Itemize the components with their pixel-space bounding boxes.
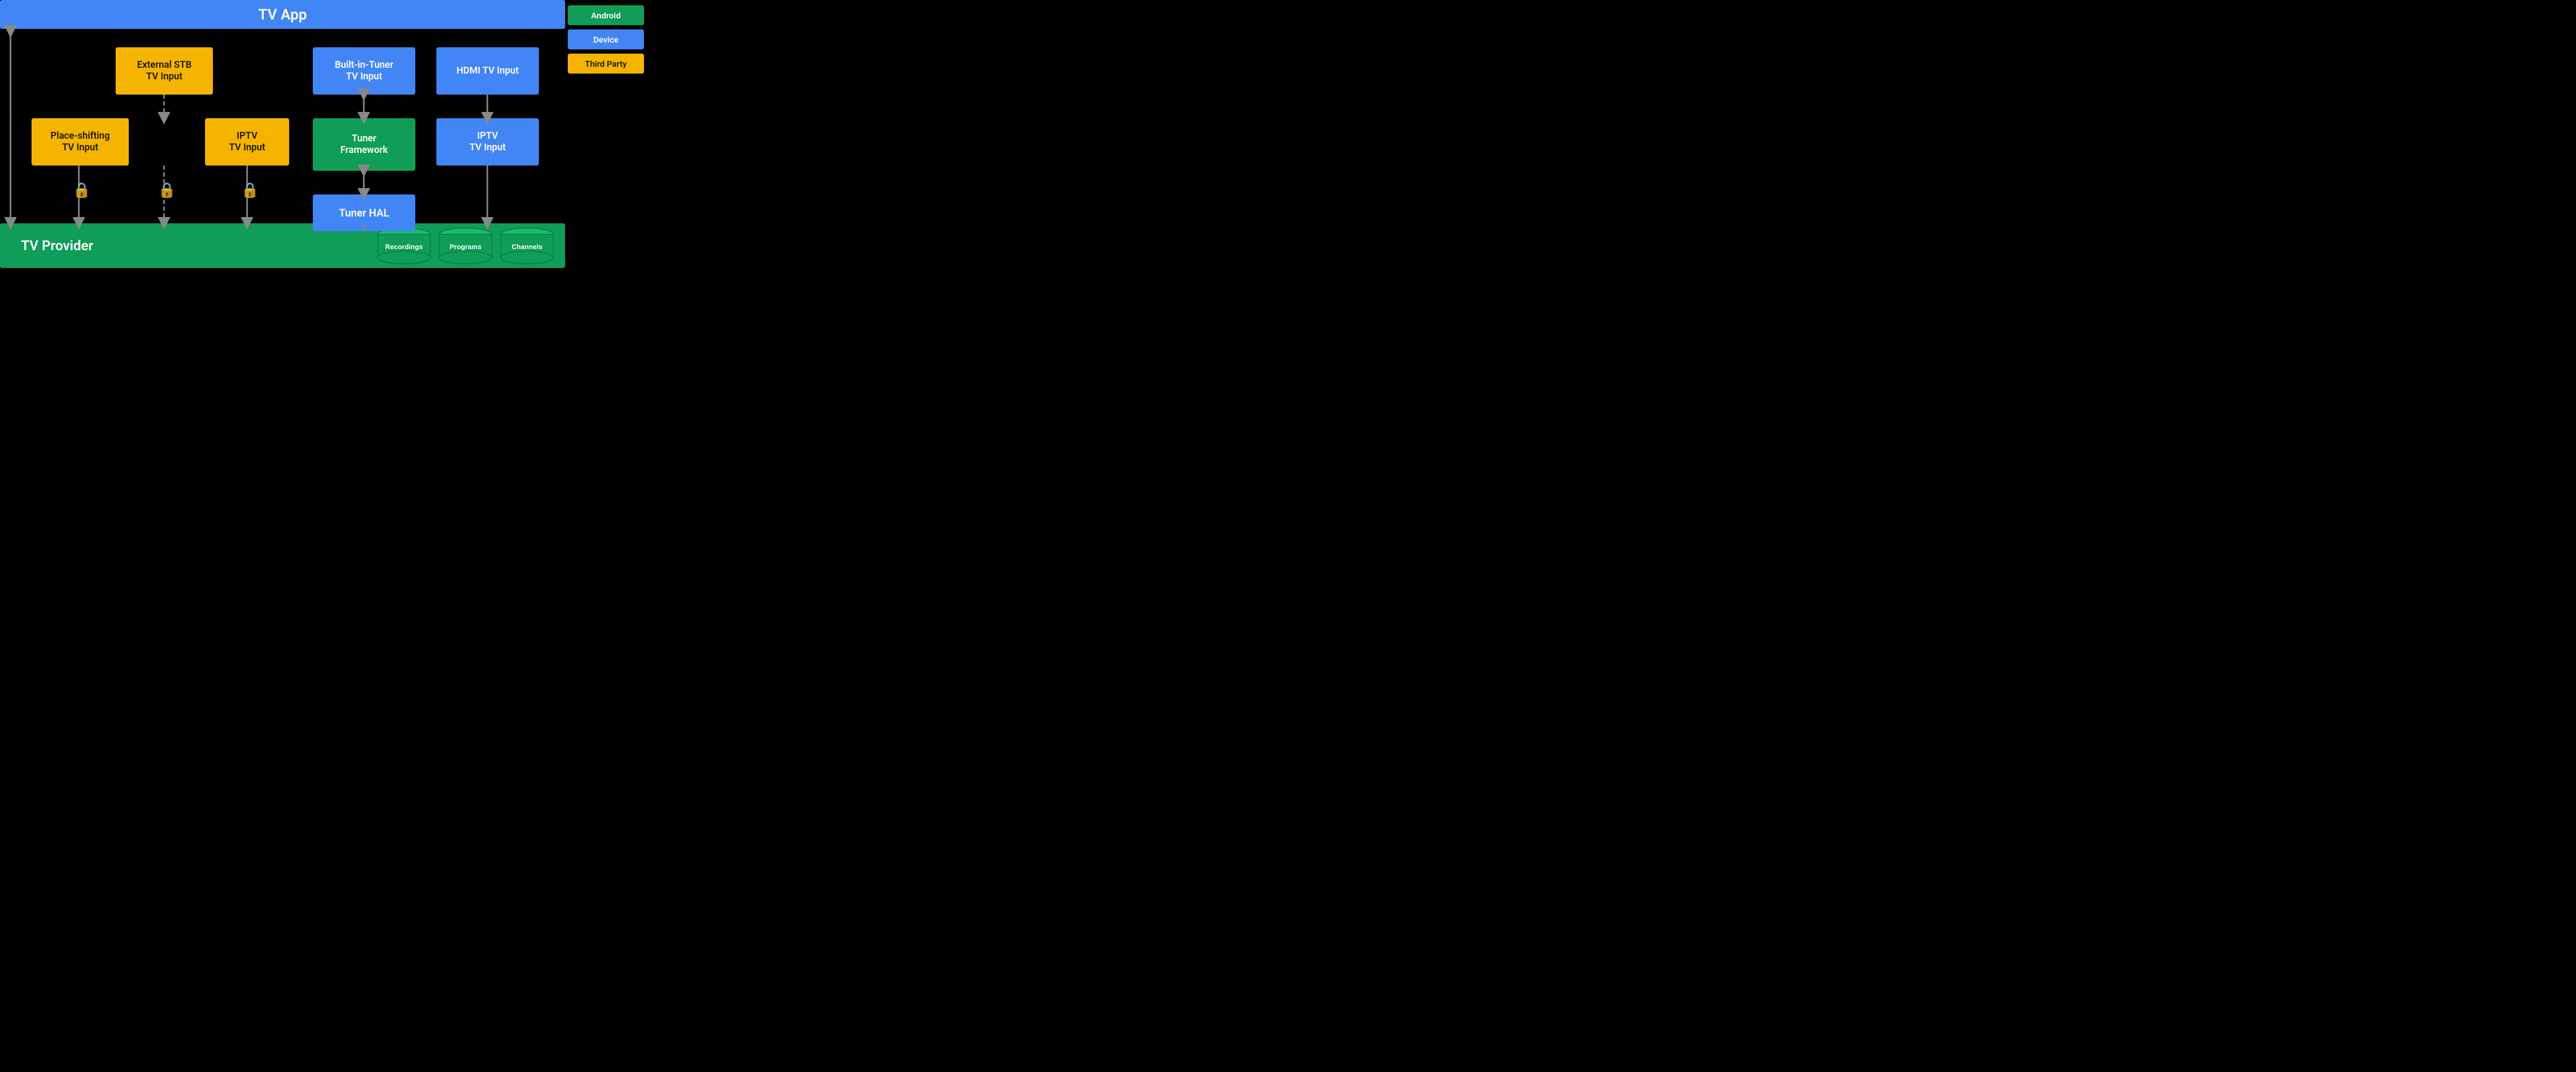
- iptv-right-box: IPTVTV Input: [436, 118, 539, 166]
- tuner-hal-box: Tuner HAL: [313, 194, 415, 231]
- hdmi-tv-input-box: HDMI TV Input: [436, 47, 539, 95]
- legend-device: Device: [568, 29, 644, 49]
- iptv-left-box: IPTVTV Input: [205, 118, 289, 166]
- channels-cylinder: Channels: [499, 227, 555, 265]
- tv-provider-label: TV Provider: [21, 238, 94, 254]
- legend-android: Android: [568, 5, 644, 25]
- svg-text:Recordings: Recordings: [385, 243, 423, 251]
- external-stb-box: External STBTV Input: [116, 47, 213, 95]
- tv-app-label: TV App: [258, 6, 306, 23]
- tuner-framework-box: TunerFramework: [313, 118, 415, 171]
- built-in-tuner-box: Built-in-TunerTV Input: [313, 47, 415, 95]
- lock-icon-3: 🔒: [241, 181, 259, 199]
- legend: Android Device Third Party: [568, 5, 644, 74]
- programs-cylinder: Programs: [438, 227, 493, 265]
- lock-icon-2: 🔒: [158, 181, 176, 199]
- recordings-cylinder: Recordings: [376, 227, 432, 265]
- tv-provider-bar: TV Provider Recordings Programs Channels: [0, 223, 565, 268]
- svg-text:Channels: Channels: [512, 243, 543, 251]
- lock-icon-1: 🔒: [73, 181, 91, 199]
- svg-text:Programs: Programs: [449, 243, 482, 251]
- tv-app-bar: TV App: [0, 0, 565, 29]
- legend-third-party: Third Party: [568, 54, 644, 74]
- place-shifting-box: Place-shiftingTV Input: [32, 118, 129, 166]
